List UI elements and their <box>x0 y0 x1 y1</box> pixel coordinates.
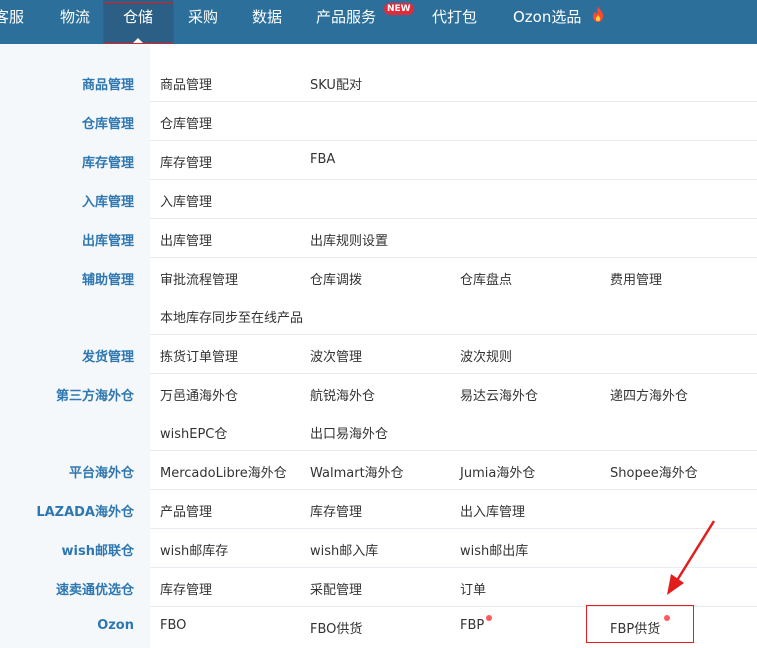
menu-item-4px[interactable]: 递四方海外仓 <box>610 385 688 404</box>
category-lazada: LAZADA海外仓 <box>36 505 134 520</box>
menu-item-chukou1[interactable]: 出口易海外仓 <box>310 423 388 442</box>
menu-item-wish-outbound[interactable]: wish邮出库 <box>460 540 528 559</box>
menu-item-warehouse-management[interactable]: 仓库管理 <box>160 113 212 132</box>
row-divider <box>150 257 757 258</box>
fire-icon <box>593 6 603 22</box>
row-divider <box>150 218 757 219</box>
category-shipping: 发货管理 <box>81 350 134 365</box>
menu-item-wave-rules[interactable]: 波次规则 <box>460 346 512 365</box>
menu-item-fbo[interactable]: FBO <box>160 618 186 633</box>
menu-item-wave-management[interactable]: 波次管理 <box>310 346 362 365</box>
category-goods: 商品管理 <box>81 78 134 93</box>
menu-item-inventory-management[interactable]: 库存管理 <box>160 152 212 171</box>
nav-item-ozon-selection[interactable]: Ozon选品 <box>513 0 581 44</box>
menu-item-picking-orders[interactable]: 拣货订单管理 <box>160 346 238 365</box>
nav-item-packing[interactable]: 代打包 <box>432 0 477 44</box>
new-dot-icon <box>486 615 492 621</box>
nav-item-product-service[interactable]: 产品服务 <box>316 0 376 44</box>
new-badge: NEW <box>384 3 414 15</box>
row-divider <box>150 373 757 374</box>
menu-item-speedsell-allocation[interactable]: 采配管理 <box>310 579 362 598</box>
nav-item-customer-service[interactable]: 客服 <box>0 0 24 44</box>
row-divider <box>150 489 757 490</box>
menu-item-fbp[interactable]: FBP <box>460 618 484 633</box>
menu-item-sync-stock[interactable]: 本地库存同步至在线产品 <box>160 307 303 326</box>
category-auxiliary: 辅助管理 <box>81 273 134 288</box>
menu-item-fbo-supply[interactable]: FBO供货 <box>310 618 362 637</box>
highlight-box-fbp-supply <box>586 605 694 643</box>
category-speedsell: 速卖通优选仓 <box>55 583 134 598</box>
menu-item-speedsell-inventory[interactable]: 库存管理 <box>160 579 212 598</box>
menu-item-yidayun[interactable]: 易达云海外仓 <box>460 385 538 404</box>
category-wish: wish邮联仓 <box>61 544 134 559</box>
menu-item-wish-inbound[interactable]: wish邮入库 <box>310 540 378 559</box>
menu-item-lazada-inout[interactable]: 出入库管理 <box>460 501 525 520</box>
menu-item-stocktaking[interactable]: 仓库盘点 <box>460 269 512 288</box>
nav-item-logistics[interactable]: 物流 <box>60 0 90 44</box>
menu-item-approval-flow[interactable]: 审批流程管理 <box>160 269 238 288</box>
category-outbound: 出库管理 <box>81 234 134 249</box>
menu-item-speedsell-orders[interactable]: 订单 <box>460 579 486 598</box>
menu-item-wishepc[interactable]: wishEPC仓 <box>160 423 227 442</box>
category-platform: 平台海外仓 <box>68 466 134 481</box>
menu-item-outbound-management[interactable]: 出库管理 <box>160 230 212 249</box>
menu-item-sku-pairing[interactable]: SKU配对 <box>310 74 362 93</box>
highlight-box-warehouse <box>103 2 174 44</box>
row-divider <box>150 101 757 102</box>
menu-item-lazada-products[interactable]: 产品管理 <box>160 501 212 520</box>
menu-item-fee-management[interactable]: 费用管理 <box>610 269 662 288</box>
nav-item-data[interactable]: 数据 <box>252 0 282 44</box>
category-ozon: Ozon <box>97 618 134 633</box>
menu-item-lazada-inventory[interactable]: 库存管理 <box>310 501 362 520</box>
top-navigation: 客服 物流 仓储 采购 数据 产品服务 NEW 代打包 Ozon选品 <box>0 0 757 44</box>
menu-item-warehouse-transfer[interactable]: 仓库调拨 <box>310 269 362 288</box>
row-divider <box>150 179 757 180</box>
menu-item-goods-management[interactable]: 商品管理 <box>160 74 212 93</box>
row-divider <box>150 140 757 141</box>
menu-item-fba[interactable]: FBA <box>310 152 335 167</box>
menu-item-outbound-rules[interactable]: 出库规则设置 <box>310 230 388 249</box>
row-divider <box>150 334 757 335</box>
row-divider <box>150 528 757 529</box>
row-divider <box>150 450 757 451</box>
menu-item-hangrui[interactable]: 航锐海外仓 <box>310 385 375 404</box>
menu-item-jumia[interactable]: Jumia海外仓 <box>460 462 535 481</box>
menu-item-walmart[interactable]: Walmart海外仓 <box>310 462 404 481</box>
category-third-party: 第三方海外仓 <box>55 389 134 404</box>
nav-item-purchasing[interactable]: 采购 <box>188 0 218 44</box>
category-warehouse: 仓库管理 <box>81 117 134 132</box>
row-divider <box>150 567 757 568</box>
category-inbound: 入库管理 <box>81 195 134 210</box>
menu-item-inbound-management[interactable]: 入库管理 <box>160 191 212 210</box>
menu-item-mercadolibre[interactable]: MercadoLibre海外仓 <box>160 462 287 481</box>
menu-item-wish-stock[interactable]: wish邮库存 <box>160 540 228 559</box>
menu-item-winit[interactable]: 万邑通海外仓 <box>160 385 238 404</box>
menu-item-shopee[interactable]: Shopee海外仓 <box>610 462 698 481</box>
category-inventory: 库存管理 <box>81 156 134 171</box>
